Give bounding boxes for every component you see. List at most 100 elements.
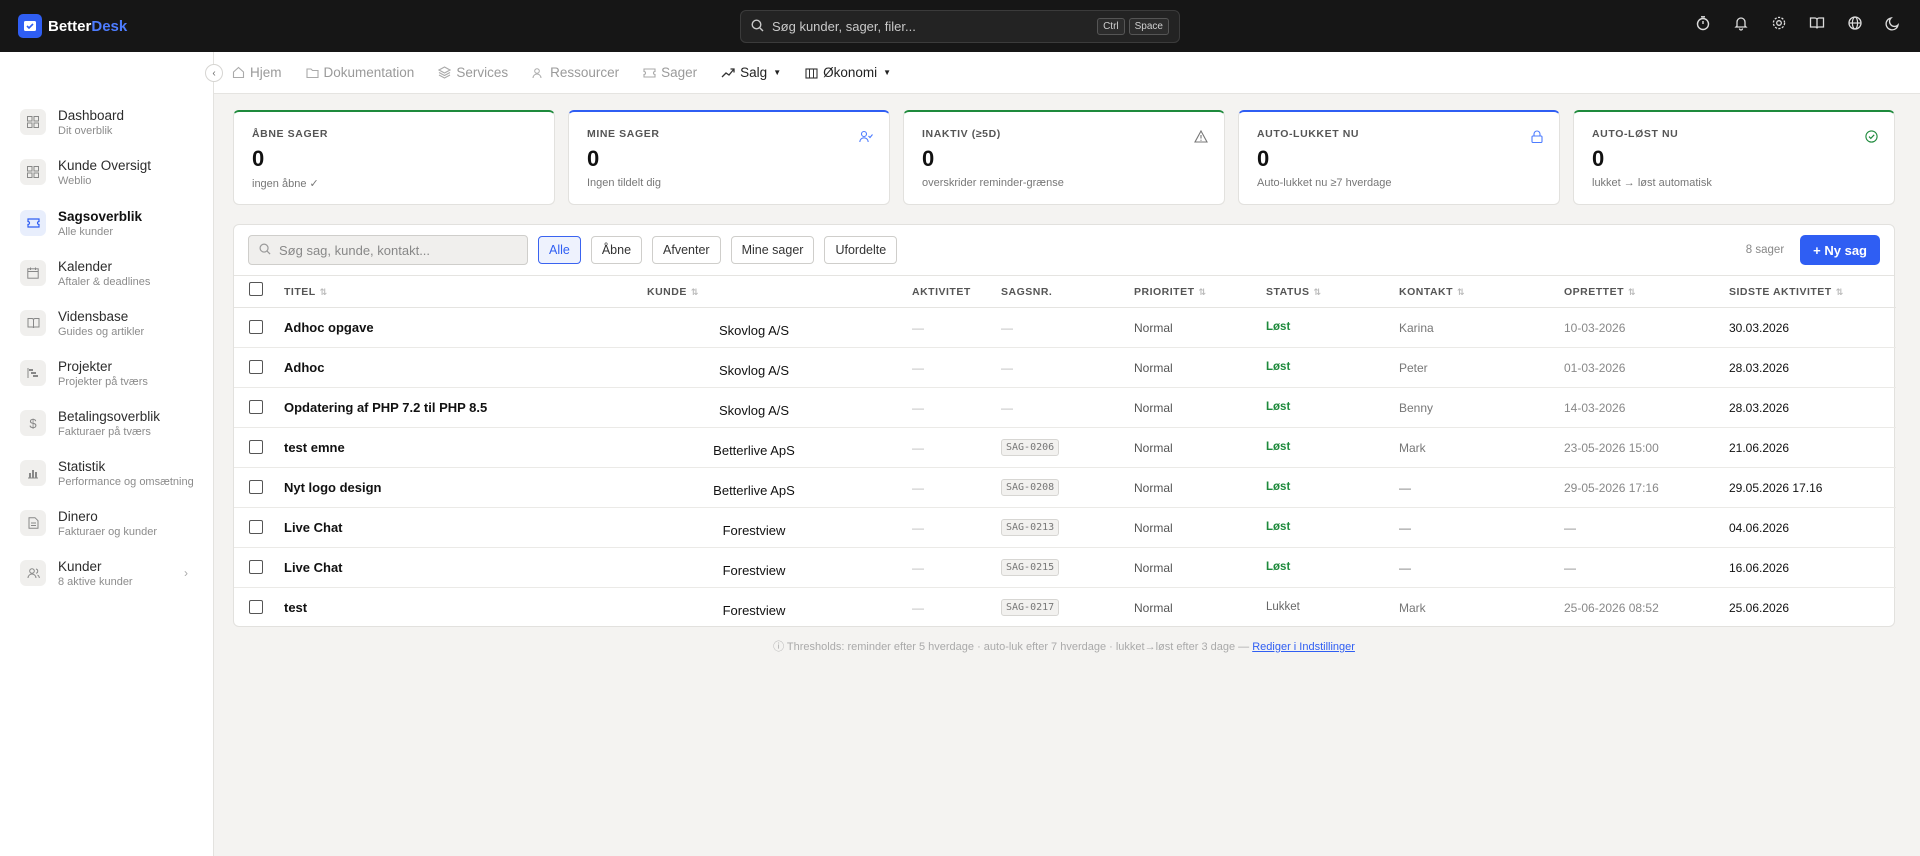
nav-item-oekonomi[interactable]: Økonomi ▼ <box>805 65 891 80</box>
book-icon[interactable] <box>1808 14 1826 32</box>
table-row[interactable]: test Forestview — SAG-0217 Normal Lukket Mark 2… <box>234 588 1896 628</box>
new-case-button[interactable]: + Ny sag <box>1800 235 1880 265</box>
case-activity: — <box>912 561 924 575</box>
nav-item-hjem[interactable]: Hjem <box>232 65 282 80</box>
row-checkbox[interactable] <box>249 600 263 614</box>
sidebar-label: Kunde Oversigt <box>58 157 152 173</box>
case-title[interactable]: Live Chat <box>284 520 343 535</box>
case-activity: — <box>912 441 924 455</box>
sidebar-item-betalingsoverblik[interactable]: $ Betalingsoverblik Fakturaer på tværs <box>20 403 210 443</box>
globe-icon[interactable] <box>1846 14 1864 32</box>
row-checkbox[interactable] <box>249 560 263 574</box>
edit-settings-link[interactable]: Rediger i Indstillinger <box>1252 641 1355 653</box>
gear-icon[interactable] <box>1770 14 1788 32</box>
column-header-prioritet[interactable]: PRIORITET ⇅ <box>1134 286 1207 298</box>
case-search-input[interactable]: Søg sag, kunde, kontakt... <box>248 235 528 265</box>
stat-title: INAKTIV (≥5D) <box>922 128 1001 140</box>
case-title[interactable]: test emne <box>284 440 345 455</box>
case-title[interactable]: Adhoc <box>284 360 324 375</box>
sidebar-item-vidensbase[interactable]: Vidensbase Guides og artikler <box>20 303 210 343</box>
case-title[interactable]: Opdatering af PHP 7.2 til PHP 8.5 <box>284 400 487 415</box>
chevron-down-icon: ▼ <box>773 68 782 77</box>
stat-card-aabne-sager: ÅBNE SAGER 0 ingen åbne ✓ <box>233 110 555 205</box>
bell-icon[interactable] <box>1732 14 1750 32</box>
nav-item-dokumentation[interactable]: Dokumentation <box>305 65 414 80</box>
top-bar: BetterDesk Søg kunder, sager, filer... C… <box>0 0 1920 52</box>
sidebar-item-kunder[interactable]: Kunder 8 aktive kunder › <box>20 553 210 593</box>
nav-label: Sager <box>661 65 698 80</box>
stat-title: ÅBNE SAGER <box>252 128 329 140</box>
sidebar-sub: Projekter på tværs <box>58 375 148 388</box>
filter-alle[interactable]: Alle <box>538 236 581 264</box>
stat-value: 0 <box>1257 146 1270 171</box>
case-created: 10-03-2026 <box>1564 321 1626 335</box>
select-all-checkbox[interactable] <box>249 282 263 296</box>
nav-item-ressourcer[interactable]: Ressourcer <box>532 65 619 80</box>
filter-aabne[interactable]: Åbne <box>590 236 643 264</box>
row-checkbox[interactable] <box>249 320 263 334</box>
sidebar-label: Projekter <box>58 358 113 374</box>
case-title[interactable]: test <box>284 600 307 615</box>
row-checkbox[interactable] <box>249 440 263 454</box>
case-customer: Skovlog A/S <box>718 323 790 338</box>
stat-value: 0 <box>922 146 935 171</box>
table-row[interactable]: test emne Betterlive ApS — SAG-0206 Normal Lø… <box>234 428 1896 468</box>
sidebar-item-kunde-oversigt[interactable]: Kunde Oversigt Weblio <box>20 152 210 192</box>
moon-icon[interactable] <box>1884 14 1902 32</box>
sidebar-item-statistik[interactable]: Statistik Performance og omsætning <box>20 453 210 493</box>
collapse-sidebar-button[interactable]: ‹ <box>205 64 223 82</box>
nav-item-services[interactable]: Services <box>438 65 508 80</box>
case-number-badge: SAG-0206 <box>1001 439 1060 456</box>
case-title[interactable]: Live Chat <box>284 560 343 575</box>
sort-icon: ⇅ <box>1628 287 1637 297</box>
sidebar-item-kalender[interactable]: Kalender Aftaler & deadlines <box>20 253 210 293</box>
column-header-oprettet[interactable]: OPRETTET ⇅ <box>1564 286 1636 298</box>
sidebar-sub: Fakturaer og kunder <box>58 525 158 538</box>
case-title[interactable]: Adhoc opgave <box>284 320 374 335</box>
nav-label: Økonomi <box>823 65 878 80</box>
case-status: Lukket <box>1266 601 1300 613</box>
stat-title: MINE SAGER <box>587 128 660 140</box>
stat-value: 0 <box>587 146 600 171</box>
sidebar-item-projekter[interactable]: Projekter Projekter på tværs <box>20 353 210 393</box>
row-checkbox[interactable] <box>249 400 263 414</box>
sidebar-item-dinero[interactable]: Dinero Fakturaer og kunder <box>20 503 210 543</box>
table-row[interactable]: Adhoc opgave Skovlog A/S — — Normal Løst Karin… <box>234 308 1896 348</box>
global-search-input[interactable]: Søg kunder, sager, filer... Ctrl Space <box>740 10 1180 43</box>
filter-ufordelte[interactable]: Ufordelte <box>824 236 898 264</box>
table-row[interactable]: Opdatering af PHP 7.2 til PHP 8.5 Skovlog… <box>234 388 1896 428</box>
filter-mine-sager[interactable]: Mine sager <box>730 236 815 264</box>
stat-card-mine-sager: MINE SAGER 0 Ingen tildelt dig <box>568 110 890 205</box>
nav-item-salg[interactable]: Salg ▼ <box>721 65 781 80</box>
case-created: — <box>1564 561 1576 575</box>
sidebar-sub: Guides og artikler <box>58 325 145 338</box>
column-header-status[interactable]: STATUS ⇅ <box>1266 286 1322 298</box>
timer-icon[interactable] <box>1694 14 1712 32</box>
row-checkbox[interactable] <box>249 520 263 534</box>
case-title[interactable]: Nyt logo design <box>284 480 382 495</box>
table-row[interactable]: Nyt logo design Betterlive ApS — SAG-0208 No… <box>234 468 1896 508</box>
table-row[interactable]: Live Chat Forestview — SAG-0215 Normal Løst — —… <box>234 548 1896 588</box>
case-priority: Normal <box>1134 361 1173 375</box>
sidebar-label: Vidensbase <box>58 308 129 324</box>
row-checkbox[interactable] <box>249 360 263 374</box>
nav-item-sager[interactable]: Sager <box>643 65 697 80</box>
table-row[interactable]: Live Chat Forestview — SAG-0213 Normal Løst — —… <box>234 508 1896 548</box>
app-logo[interactable]: BetterDesk <box>18 14 718 38</box>
sort-icon: ⇅ <box>1457 287 1466 297</box>
column-header-kontakt[interactable]: KONTAKT ⇅ <box>1399 286 1465 298</box>
case-number-empty: — <box>1001 401 1013 415</box>
folder-icon <box>305 67 319 79</box>
sidebar-item-dashboard[interactable]: Dashboard Dit overblik <box>20 102 210 142</box>
row-checkbox[interactable] <box>249 480 263 494</box>
column-header-titel[interactable]: TITEL ⇅ <box>284 286 328 298</box>
table-row[interactable]: Adhoc Skovlog A/S — — Normal Løst Peter 01-03-2… <box>234 348 1896 388</box>
filter-afventer[interactable]: Afventer <box>652 236 721 264</box>
column-header-kunde[interactable]: KUNDE ⇅ <box>647 286 699 298</box>
case-created: 25-06-2026 08:52 <box>1564 601 1659 615</box>
case-number-empty: — <box>1001 361 1013 375</box>
column-header-sidste-aktivitet[interactable]: SIDSTE AKTIVITET ⇅ <box>1729 286 1844 298</box>
stat-sub: ingen åbne ✓ <box>252 178 319 190</box>
sidebar-item-sagsoverblik[interactable]: Sagsoverblik Alle kunder <box>20 203 210 243</box>
lock-icon <box>1531 130 1543 146</box>
